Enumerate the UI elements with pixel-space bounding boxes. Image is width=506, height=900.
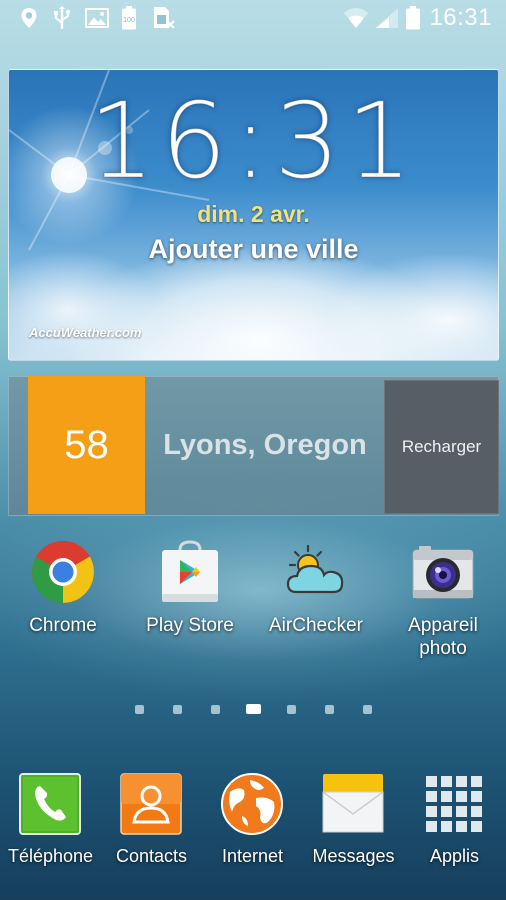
page-dot-active[interactable] xyxy=(246,704,261,714)
app-label: Applis xyxy=(429,846,480,866)
app-play-store[interactable]: Play Store xyxy=(127,540,253,670)
status-clock: 16:31 xyxy=(429,4,492,31)
wifi-icon xyxy=(343,6,369,30)
page-dot[interactable] xyxy=(173,705,182,714)
app-label: Téléphone xyxy=(7,846,94,866)
page-dot[interactable] xyxy=(135,705,144,714)
gallery-icon xyxy=(85,6,109,30)
sim-blocked-icon xyxy=(152,6,176,30)
app-label: Chrome xyxy=(29,615,97,636)
accuweather-logo: AccuWeather.com xyxy=(29,325,142,340)
page-indicator[interactable] xyxy=(0,702,506,718)
page-dot[interactable] xyxy=(325,705,334,714)
app-chrome[interactable]: Chrome xyxy=(0,540,126,670)
app-label: AirChecker xyxy=(269,615,363,636)
camera-icon xyxy=(411,540,475,604)
status-bar[interactable]: 100 16:31 xyxy=(0,0,506,36)
envelope-icon xyxy=(321,772,385,836)
temperature-tile[interactable]: 58 xyxy=(28,376,145,514)
widget-clock: 16:31 xyxy=(88,80,419,203)
phone-icon xyxy=(18,772,82,836)
play-store-icon xyxy=(158,540,222,604)
contacts-icon xyxy=(119,772,183,836)
reload-button[interactable]: Recharger xyxy=(384,380,499,514)
widget-date: dim. 2 avr. xyxy=(197,201,310,227)
globe-icon xyxy=(220,772,284,836)
page-dot[interactable] xyxy=(287,705,296,714)
battery-100-icon: 100 xyxy=(120,6,138,30)
signal-icon xyxy=(375,6,399,30)
add-city-link[interactable]: Ajouter une ville xyxy=(9,234,498,265)
app-label: Appareil photo xyxy=(380,614,506,660)
app-airchecker[interactable]: AirChecker xyxy=(253,540,379,670)
app-label: Play Store xyxy=(146,615,234,636)
app-camera[interactable]: Appareil photo xyxy=(380,540,506,670)
app-label-line2: photo xyxy=(419,638,467,659)
location-name: Lyons, Oregon xyxy=(163,428,367,461)
battery-icon xyxy=(405,6,421,30)
clock-weather-widget[interactable]: 16:31 dim. 2 avr. Ajouter une ville Accu… xyxy=(8,69,499,361)
location-pin-icon xyxy=(18,6,40,30)
page-dot[interactable] xyxy=(211,705,220,714)
app-label: Contacts xyxy=(115,846,188,866)
svg-text:100: 100 xyxy=(123,17,135,24)
dock: Téléphone Contacts Internet Messages App… xyxy=(0,750,506,900)
app-grid-icon xyxy=(422,772,486,836)
weather-sun-cloud-icon xyxy=(284,540,348,604)
app-label: Internet xyxy=(221,846,284,866)
usb-icon xyxy=(52,6,72,30)
app-label-line1: Appareil xyxy=(408,615,478,636)
chrome-icon xyxy=(31,540,95,604)
app-label: Messages xyxy=(312,846,395,866)
page-dot[interactable] xyxy=(363,705,372,714)
